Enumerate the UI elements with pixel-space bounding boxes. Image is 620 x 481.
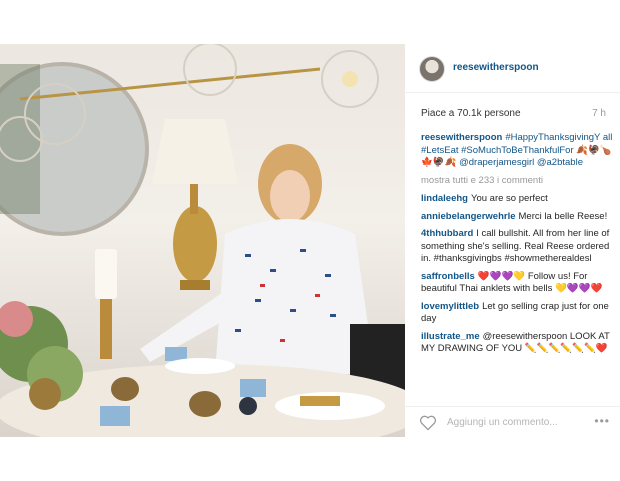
more-options-icon[interactable]: ••• — [594, 414, 610, 428]
photo-illustration — [0, 44, 405, 437]
instagram-post: reesewitherspoon Piace a 70.1k persone 7… — [0, 44, 620, 437]
caption: reesewitherspoon #HappyThanksgivingY all … — [421, 132, 613, 170]
comment: saffronbells ❤️💜💜💛 Follow us! For beautif… — [421, 271, 613, 296]
comment-username[interactable]: illustrate_me — [421, 331, 480, 342]
post-username[interactable]: reesewitherspoon — [453, 62, 539, 73]
post-time[interactable]: 7 h — [592, 108, 606, 119]
comment: lovemylittleb Let go selling crap just fo… — [421, 301, 613, 326]
post-header: reesewitherspoon — [405, 44, 620, 93]
view-all-comments-link[interactable]: mostra tutti e 233 i commenti — [421, 175, 613, 188]
caption-username[interactable]: reesewitherspoon — [421, 132, 502, 143]
comment-username[interactable]: lovemylittleb — [421, 301, 479, 312]
likes-count[interactable]: Piace a 70.1k persone — [421, 108, 521, 119]
avatar[interactable] — [419, 56, 445, 82]
heart-icon[interactable] — [419, 415, 437, 431]
comment: illustrate_me @reesewitherspoon LOOK AT M… — [421, 331, 613, 356]
comment-text: Merci la belle Reese! — [518, 210, 608, 222]
comment-username[interactable]: lindaleehg — [421, 193, 468, 204]
post-photo[interactable] — [0, 44, 405, 437]
comment-bar: Aggiungi un commento... ••• — [405, 406, 620, 438]
comments-list: reesewitherspoon #HappyThanksgivingY all … — [421, 132, 613, 361]
comment-username[interactable]: anniebelangerwehrle — [421, 211, 516, 222]
post-sidebar: reesewitherspoon Piace a 70.1k persone 7… — [405, 44, 620, 437]
comment-username[interactable]: 4thhubbard — [421, 228, 473, 239]
comment: anniebelangerwehrle Merci la belle Reese! — [421, 211, 613, 224]
comment: lindaleehg You are so perfect — [421, 193, 613, 206]
comment-username[interactable]: saffronbells — [421, 271, 475, 282]
add-comment-input[interactable]: Aggiungi un commento... — [447, 417, 558, 428]
comment-text: You are so perfect — [470, 193, 548, 204]
comment: 4thhubbard I call bullshit. All from her … — [421, 228, 613, 266]
